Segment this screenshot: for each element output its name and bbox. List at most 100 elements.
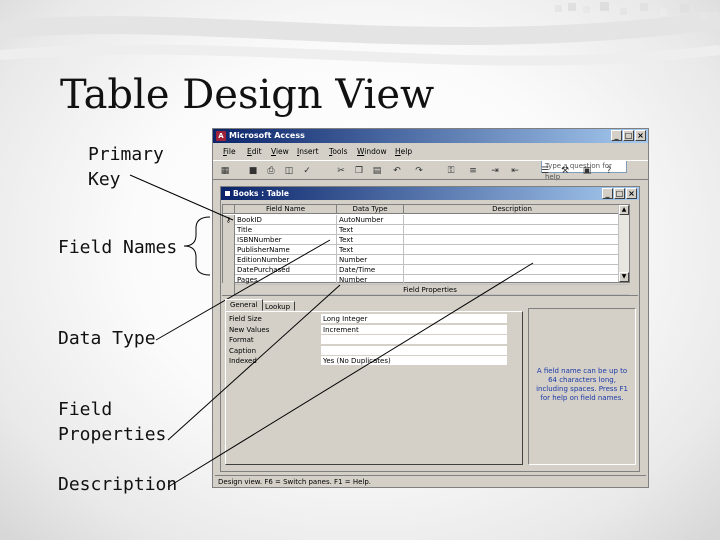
app-titlebar: A Microsoft Access _ □ ×: [213, 129, 648, 143]
redo-icon[interactable]: ↷: [413, 165, 425, 177]
table-row[interactable]: ISBNNumber Text: [223, 235, 629, 245]
field-properties-pane: General Lookup Field Size Long Integer New…: [222, 295, 638, 470]
child-maximize-button[interactable]: □: [614, 188, 625, 199]
property-value[interactable]: Increment: [321, 324, 507, 335]
scroll-up-icon[interactable]: ▲: [619, 205, 629, 215]
label-data-type: Data Type: [58, 328, 156, 349]
field-name-cell[interactable]: BookID: [235, 215, 337, 225]
field-name-cell[interactable]: Title: [235, 225, 337, 235]
row-selector[interactable]: [223, 255, 235, 265]
data-type-cell[interactable]: Date/Time: [337, 265, 404, 275]
table-row[interactable]: DatePurchased Date/Time: [223, 265, 629, 275]
child-close-button[interactable]: ×: [626, 188, 637, 199]
table-icon: [224, 190, 231, 197]
description-cell[interactable]: [404, 215, 620, 225]
data-type-cell[interactable]: Number: [337, 275, 404, 285]
general-tab-pane: Field Size Long Integer New Values Incremen…: [225, 311, 523, 465]
property-row[interactable]: Format: [229, 335, 511, 345]
table-row[interactable]: PublisherName Text: [223, 245, 629, 255]
data-type-cell[interactable]: Text: [337, 235, 404, 245]
menu-file[interactable]: File: [223, 147, 236, 156]
table-row[interactable]: Title Text: [223, 225, 629, 235]
grid-header: Field Name Data Type Description: [223, 205, 629, 214]
label-field-names: Field Names: [58, 237, 178, 258]
save-icon[interactable]: ■: [247, 165, 259, 177]
data-type-cell[interactable]: Number: [337, 255, 404, 265]
scroll-down-icon[interactable]: ▼: [619, 272, 629, 282]
row-selector[interactable]: [223, 275, 235, 285]
paste-icon[interactable]: ▤: [371, 165, 383, 177]
close-button[interactable]: ×: [635, 130, 646, 141]
description-cell[interactable]: [404, 265, 620, 275]
print-icon[interactable]: ⎙: [265, 165, 277, 177]
access-logo-icon: A: [216, 131, 226, 141]
property-value[interactable]: [321, 345, 507, 356]
field-name-cell[interactable]: EditionNumber: [235, 255, 337, 265]
description-cell[interactable]: [404, 255, 620, 265]
row-selector[interactable]: [223, 235, 235, 245]
property-row[interactable]: Caption: [229, 345, 511, 356]
table-row[interactable]: EditionNumber Number: [223, 255, 629, 265]
table-row[interactable]: ⚷ BookID AutoNumber: [223, 215, 629, 225]
label-field-properties: Field Properties: [58, 399, 167, 445]
tab-general[interactable]: General: [225, 299, 263, 311]
row-selector[interactable]: [223, 225, 235, 235]
menu-edit[interactable]: Edit: [247, 147, 262, 156]
menu-help[interactable]: Help: [395, 147, 412, 156]
help-icon[interactable]: ?: [603, 165, 615, 177]
property-row[interactable]: New Values Increment: [229, 324, 511, 335]
database-window-icon[interactable]: ▣: [581, 165, 593, 177]
property-value[interactable]: [321, 335, 507, 345]
field-name-cell[interactable]: DatePurchased: [235, 265, 337, 275]
view-icon[interactable]: ▦: [219, 165, 231, 177]
menu-view[interactable]: View: [271, 147, 289, 156]
field-grid: Field Name Data Type Description ⚷ BookID…: [222, 204, 630, 295]
field-name-cell[interactable]: ISBNNumber: [235, 235, 337, 245]
spelling-icon[interactable]: ✓: [301, 165, 313, 177]
data-type-cell[interactable]: Text: [337, 245, 404, 255]
property-name: Field Size: [229, 315, 262, 323]
description-cell[interactable]: [404, 245, 620, 255]
property-name: Caption: [229, 346, 257, 355]
delete-rows-icon[interactable]: ⇤: [509, 165, 521, 177]
property-value[interactable]: Long Integer: [321, 314, 507, 324]
row-selector[interactable]: [223, 265, 235, 275]
copy-icon[interactable]: ❐: [353, 165, 365, 177]
print-preview-icon[interactable]: ◫: [283, 165, 295, 177]
cut-icon[interactable]: ✂: [335, 165, 347, 177]
description-cell[interactable]: [404, 235, 620, 245]
grid-scrollbar[interactable]: ▲ ▼: [618, 205, 629, 282]
menu-insert[interactable]: Insert: [297, 147, 319, 156]
property-value[interactable]: Yes (No Duplicates): [321, 356, 507, 366]
undo-icon[interactable]: ↶: [391, 165, 403, 177]
build-icon[interactable]: ⚒: [559, 165, 571, 177]
child-minimize-button[interactable]: _: [602, 188, 613, 199]
menu-tools[interactable]: Tools: [329, 147, 347, 156]
table-window-titlebar: Books : Table _ □ ×: [221, 187, 639, 200]
maximize-button[interactable]: □: [623, 130, 634, 141]
properties-icon[interactable]: ☰: [539, 165, 551, 177]
tab-lookup[interactable]: Lookup: [260, 301, 296, 311]
data-type-cell[interactable]: AutoNumber: [337, 215, 404, 225]
table-row[interactable]: Pages Number: [223, 275, 629, 285]
description-cell[interactable]: [404, 275, 620, 285]
slide-title: Table Design View: [60, 72, 435, 118]
menu-bar: File Edit View Insert Tools Window Help …: [213, 144, 648, 181]
label-primary-key: Primary Key: [88, 144, 164, 190]
field-name-cell[interactable]: PublisherName: [235, 245, 337, 255]
menu-window[interactable]: Window: [357, 147, 387, 156]
primary-key-icon[interactable]: ⚷: [223, 215, 235, 225]
property-row[interactable]: Indexed Yes (No Duplicates): [229, 356, 511, 366]
insert-rows-icon[interactable]: ⇥: [489, 165, 501, 177]
indexes-icon[interactable]: ≡: [467, 165, 479, 177]
data-type-cell[interactable]: Text: [337, 225, 404, 235]
property-row[interactable]: Field Size Long Integer: [229, 314, 511, 324]
primary-key-icon[interactable]: ⚿: [445, 165, 457, 177]
description-cell[interactable]: [404, 225, 620, 235]
field-name-cell[interactable]: Pages: [235, 275, 337, 285]
access-window: A Microsoft Access _ □ × File Edit View …: [212, 128, 649, 488]
row-selector[interactable]: [223, 245, 235, 255]
toolbar: ▦ ■ ⎙ ◫ ✓ ✂ ❐ ▤ ↶ ↷ ⚿ ≡ ⇥ ⇤ ☰ ⚒ ▣ ?: [213, 160, 648, 180]
table-design-window: Books : Table _ □ × Field Name Data Type…: [220, 186, 640, 472]
minimize-button[interactable]: _: [611, 130, 622, 141]
